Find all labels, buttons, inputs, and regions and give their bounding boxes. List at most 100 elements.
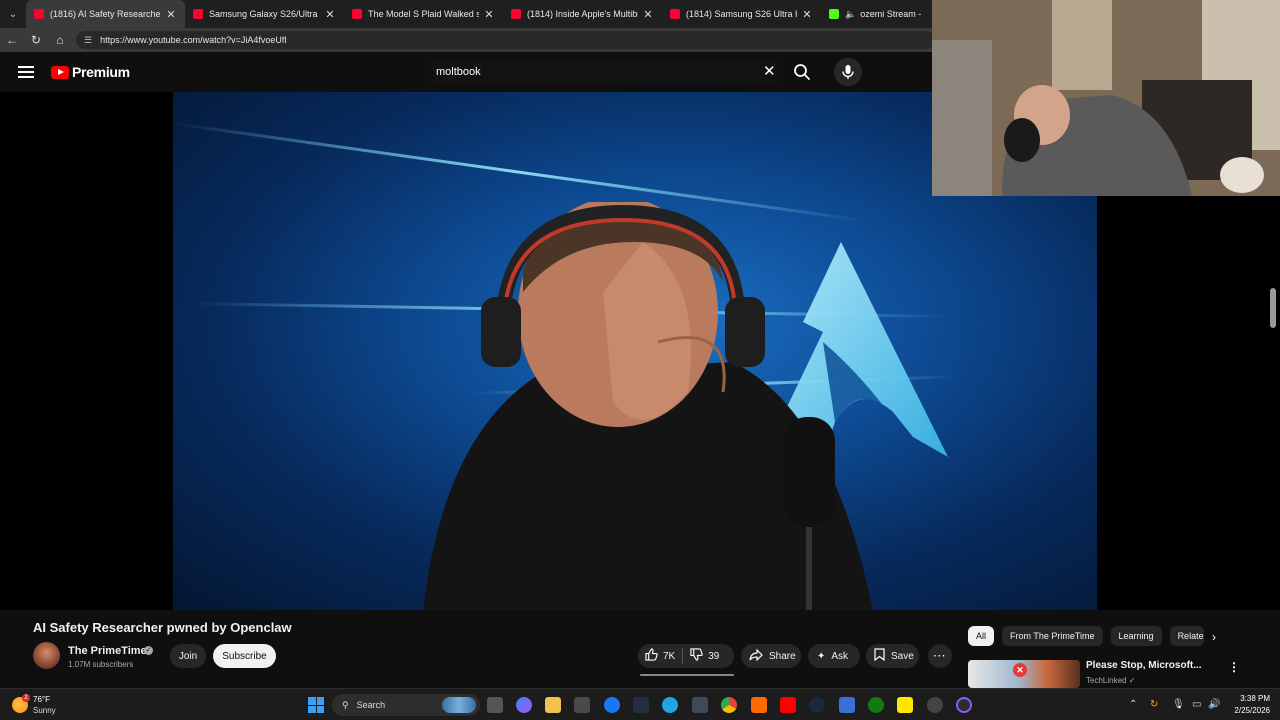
join-button[interactable]: Join (170, 644, 206, 668)
tab-label: The Model S Plaid Walked so This (368, 9, 479, 19)
chip-from-channel[interactable]: From The PrimeTime (1002, 626, 1103, 646)
thumbnail-x-icon: ✕ (1013, 663, 1027, 677)
search-icon[interactable] (790, 60, 814, 84)
like-count: 7K (663, 650, 676, 662)
volume-icon[interactable]: 🔊 (1208, 699, 1220, 710)
dislike-count: 39 (708, 650, 720, 662)
screen: ⌄ (1816) AI Safety Researcher p ✕ Samsun… (0, 0, 1280, 720)
url-field[interactable]: ☰ https://www.youtube.com/watch?v=JiA4fv… (76, 31, 936, 49)
chip-all[interactable]: All (968, 626, 995, 646)
tab-close-icon[interactable]: ✕ (324, 8, 336, 21)
chevron-right-icon[interactable]: › (1212, 630, 1216, 644)
like-button[interactable]: 7K (638, 644, 682, 668)
tab-label: (1816) AI Safety Researcher p (50, 9, 161, 19)
taskbar-search[interactable]: ⚲ Search (332, 694, 480, 716)
tab-close-icon[interactable]: ✕ (483, 8, 495, 21)
obs-icon[interactable] (956, 697, 972, 713)
facebook-icon[interactable] (604, 697, 620, 713)
dislike-button[interactable]: 39 (683, 644, 726, 668)
ask-label: Ask (831, 650, 849, 662)
youtube-icon (511, 9, 521, 19)
sync-icon[interactable]: ↻ (1150, 699, 1158, 710)
tab-label: (1814) Inside Apple's Multibillion- (527, 9, 638, 19)
browser-tab-2[interactable]: Samsung Galaxy S26/Ultra Impres ✕ (185, 0, 344, 28)
task-view-icon[interactable] (487, 697, 503, 713)
mic-tray-icon[interactable]: 🎙 (1172, 699, 1185, 710)
browser-tab-5[interactable]: (1814) Samsung S26 Ultra Hands ✕ (662, 0, 821, 28)
webcam-scene (932, 0, 1280, 196)
file-explorer-icon[interactable] (545, 697, 561, 713)
browser-tab-4[interactable]: (1814) Inside Apple's Multibillion- ✕ (503, 0, 662, 28)
brand-label: Premium (72, 64, 130, 80)
tab-list-chevron-icon[interactable]: ⌄ (0, 0, 26, 28)
browser-tab-3[interactable]: The Model S Plaid Walked so This ✕ (344, 0, 503, 28)
tab-label: ozemi Stream - Watch (860, 9, 923, 19)
tab-close-icon[interactable]: ✕ (801, 8, 813, 21)
channel-name[interactable]: The PrimeTime (68, 645, 147, 657)
reload-icon[interactable]: ↻ (24, 28, 48, 52)
recommended-title[interactable]: Please Stop, Microsoft... (1086, 660, 1202, 671)
microsoft-store-icon[interactable] (574, 697, 590, 713)
browser-tab-6[interactable]: 🔈 ozemi Stream - Watch (821, 0, 931, 28)
recommended-channel: TechLinked ✓ (1086, 676, 1136, 685)
xbox-icon[interactable] (868, 697, 884, 713)
weather-temperature[interactable]: 76°F (33, 695, 50, 704)
settings-gear-icon[interactable] (927, 697, 943, 713)
tab-label: Samsung Galaxy S26/Ultra Impres (209, 9, 320, 19)
kebab-menu-icon[interactable]: ⋮ (1228, 660, 1240, 674)
site-info-icon[interactable]: ☰ (84, 35, 92, 46)
vlc-icon[interactable] (751, 697, 767, 713)
related-chips: All From The PrimeTime Learning Relate (968, 626, 1204, 646)
page-scrollbar[interactable] (1270, 288, 1276, 328)
youtube-icon (193, 9, 203, 19)
chevron-up-icon[interactable]: ⌃ (1129, 699, 1137, 710)
sticky-notes-icon[interactable] (897, 697, 913, 713)
steam-icon[interactable] (809, 697, 825, 713)
clock-date[interactable]: 2/25/2026 (1226, 706, 1270, 715)
taskbar-search-label: Search (356, 700, 386, 710)
microphone-icon[interactable] (834, 58, 862, 86)
browser-tab-1[interactable]: (1816) AI Safety Researcher p ✕ (26, 0, 185, 28)
edge-icon[interactable] (662, 697, 678, 713)
chrome-icon[interactable] (721, 697, 737, 713)
tab-close-icon[interactable]: ✕ (165, 8, 177, 21)
calculator-icon[interactable] (692, 697, 708, 713)
copilot-icon[interactable] (516, 697, 532, 713)
ask-button[interactable]: ✦ Ask (808, 644, 860, 668)
youtube-icon (670, 9, 680, 19)
share-icon (749, 648, 763, 664)
chip-learning[interactable]: Learning (1110, 626, 1162, 646)
menu-icon[interactable] (18, 64, 34, 80)
like-ratio-bar (640, 674, 734, 676)
subscribe-button[interactable]: Subscribe (213, 644, 276, 668)
save-button[interactable]: Save (866, 644, 919, 668)
youtube-play-icon (51, 65, 69, 79)
subscriber-count: 1.07M subscribers (68, 660, 134, 669)
tab-close-icon[interactable]: ✕ (642, 8, 654, 21)
chip-related[interactable]: Relate (1169, 626, 1204, 646)
streamer-figure (423, 202, 873, 610)
windows-start-icon[interactable] (308, 697, 324, 713)
youtube-icon (34, 9, 44, 19)
video-title: AI Safety Researcher pwned by Openclaw (33, 620, 292, 635)
notification-badge: 2 (22, 694, 30, 702)
back-icon[interactable]: ← (0, 28, 24, 52)
amazon-icon[interactable] (633, 697, 649, 713)
youtube-icon (352, 9, 362, 19)
share-button[interactable]: Share (741, 644, 801, 668)
clock-time[interactable]: 3:38 PM (1226, 694, 1270, 703)
save-label: Save (891, 650, 914, 662)
weather-condition: Sunny (33, 706, 56, 715)
more-actions-icon[interactable]: ··· (928, 644, 952, 668)
youtube-logo[interactable]: Premium (51, 64, 130, 80)
windows-taskbar: 2 76°F Sunny ⚲ Search ⌃ ↻ 🎙 ▭ 🔊 3:38 PM (0, 688, 1280, 720)
search-input[interactable] (436, 66, 784, 78)
home-icon[interactable]: ⌂ (48, 28, 72, 52)
app-icon[interactable] (839, 697, 855, 713)
tab-label: (1814) Samsung S26 Ultra Hands (686, 9, 797, 19)
display-icon[interactable]: ▭ (1192, 699, 1201, 710)
mute-icon[interactable]: 🔈 (845, 9, 856, 20)
channel-avatar[interactable] (33, 642, 60, 669)
clear-search-icon[interactable]: ✕ (763, 64, 776, 80)
youtube-app-icon[interactable] (780, 697, 796, 713)
